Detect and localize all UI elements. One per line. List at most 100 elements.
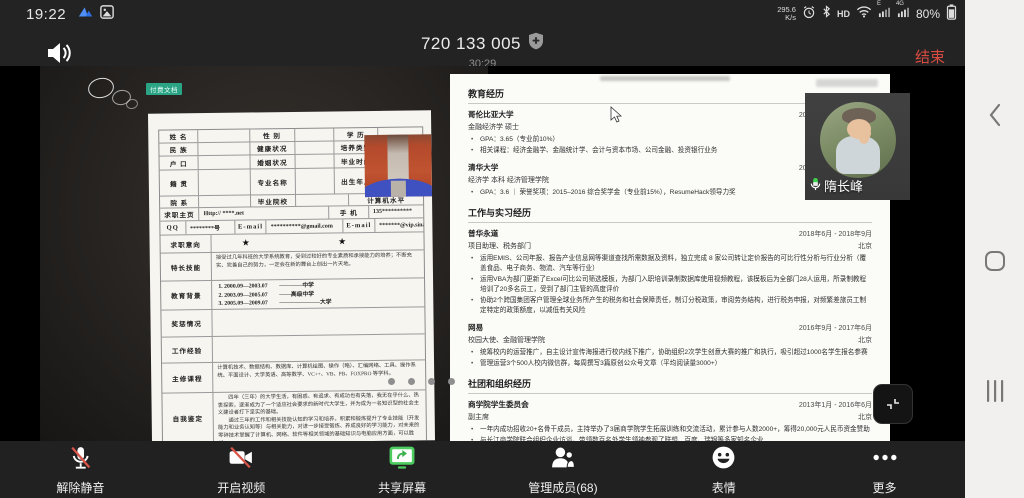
camera-off-icon [227, 444, 255, 476]
page-dot[interactable] [408, 378, 415, 385]
clock-time: 19:22 [26, 6, 66, 23]
cropped-text-fragment [600, 76, 730, 81]
bluetooth-icon [822, 5, 831, 23]
resume-city: 北京 [858, 335, 872, 345]
form-value: Http:// ****.net [200, 207, 330, 221]
toolbar-emoji-button[interactable]: 表情 [643, 441, 804, 498]
id-photo-placeholder [364, 134, 432, 197]
form-value [295, 141, 335, 153]
resume-section: 工作与实习经历普华永道2018年6月 - 2018年9月项目助理、税务部门北京运… [468, 206, 872, 369]
form-label: 特长技能 [161, 253, 213, 281]
form-label: 户 口 [160, 156, 200, 169]
form-row: 工作经验 [162, 334, 425, 363]
meeting-header: 720 133 005 30:29 [0, 32, 965, 70]
shield-plus-icon[interactable] [528, 32, 544, 55]
avatar [820, 102, 896, 178]
form-value [213, 307, 425, 336]
resume-entry: 网易 2016年9月 - 2017年6月校园大使、金融管理学院 北京统筹校内的运营推… [468, 322, 872, 369]
status-bar: 19:22 295.6K/s HD E [0, 0, 965, 28]
form-label: 手 机 [330, 206, 370, 218]
signal-e-icon: E [878, 5, 891, 23]
resume-bullet: 协助2个跨国集团客户管理全球业务所产生的税务和社会保障责任，制订分税政策，审阅劳… [478, 296, 872, 316]
form-value: ********号 [186, 221, 235, 235]
nav-home-button[interactable] [965, 250, 1024, 272]
form-value [296, 168, 336, 193]
resume-org: 哥伦比亚大学 [468, 109, 514, 120]
mic-on-icon [809, 177, 822, 195]
gallery-notification-icon [100, 5, 114, 24]
toolbar-label: 表情 [712, 479, 736, 496]
form-value [199, 195, 250, 207]
photos-app-icon [78, 4, 93, 24]
resume-role: 校园大使、金融管理学院 [468, 335, 545, 345]
resume-entry: 商学院学生委员会2013年1月 - 2016年6月副主席北京一年内成功招收20+… [468, 399, 872, 441]
resume-bullet: 统筹校内的运营推广，自主设计宣传海报进行校内线下推广，协助组织2次学生创意大赛的… [478, 348, 872, 358]
end-meeting-button[interactable]: 结束 [915, 46, 945, 67]
battery-percent: 80% [916, 7, 940, 21]
screen-share-icon [388, 444, 416, 476]
form-label: 求职主页 [160, 208, 200, 220]
emoji-icon [710, 444, 737, 476]
resume-role: 金融经济学 硕士 [468, 122, 519, 132]
resume-city: 北京 [858, 412, 872, 422]
resume-section-title: 工作与实习经历 [468, 206, 872, 223]
wifi-icon [856, 5, 872, 23]
shrink-view-button[interactable] [873, 384, 913, 424]
toolbar-share-screen-button[interactable]: 共享屏幕 [322, 441, 483, 498]
form-row: 奖惩情况 [161, 307, 424, 337]
form-label: 奖惩情况 [161, 310, 213, 337]
network-speed: 295.6K/s [777, 6, 796, 22]
form-value: 接受过几年科班的大学系统教育，受到过较好的专业素质和承接能力的培养；不断充实、完… [212, 250, 424, 280]
resume-section: 社团和组织经历商学院学生委员会2013年1月 - 2016年6月副主席北京一年内… [468, 377, 872, 441]
form-value: ★ ★ [212, 232, 424, 252]
toolbar-label: 解除静音 [56, 479, 104, 496]
form-value [199, 142, 250, 155]
page-dot[interactable] [448, 378, 455, 385]
meeting-app: 19:22 295.6K/s HD E [0, 0, 965, 498]
page-dot[interactable] [428, 378, 435, 385]
form-label: 健康状况 [250, 142, 295, 155]
resume-org: 商学院学生委员会 [468, 399, 529, 410]
resume-role: 副主席 [468, 412, 489, 422]
form-label: E-mail [235, 220, 267, 233]
more-icon [871, 444, 899, 476]
form-value [199, 129, 250, 142]
resume-period: 2013年1月 - 2016年6月 [799, 400, 872, 410]
toolbar-more-button[interactable]: 更多 [804, 441, 965, 498]
toolbar-start-video-button[interactable]: 开启视频 [161, 441, 322, 498]
mic-off-icon [67, 444, 94, 476]
form-label: 民 族 [159, 143, 199, 155]
form-value [199, 169, 251, 195]
page-dot[interactable] [388, 378, 395, 385]
signal-4g-icon: 4G [897, 5, 910, 23]
participant-name: 隋长峰 [824, 176, 863, 195]
participant-tile[interactable]: 隋长峰 [805, 93, 910, 200]
resume-role: 项目助理、税务部门 [468, 241, 531, 251]
resume-org: 清华大学 [468, 162, 498, 173]
form-value [213, 334, 425, 362]
resume-org: 网易 [468, 322, 483, 333]
toolbar-manage-members-button[interactable]: 管理成员(68) [482, 441, 643, 498]
screen-share-view[interactable]: 付费文档 姓 名性 别学 历民 族健康状况培养类别户 口婚姻状况毕业时间籍 贯专… [0, 66, 965, 441]
form-label: 婚姻状况 [250, 155, 295, 169]
mouse-cursor [610, 106, 623, 129]
collapse-icon [883, 394, 903, 414]
resume-period: 2016年9月 - 2017年6月 [799, 323, 872, 333]
form-row: 自我鉴定 四年（三年）的大学生活，有困惑、有追求、有成功也有失落，我无在乎什么、… [162, 390, 426, 441]
page-dots[interactable] [388, 378, 455, 385]
form-label: 籍 贯 [160, 170, 200, 195]
resume-bullet: 运用VBA为部门更新了Excel可比公司筛选模板，为部门入职培训录制数据库使用视… [478, 275, 872, 295]
alarm-icon [802, 5, 816, 24]
toolbar-unmute-button[interactable]: 解除静音 [0, 441, 161, 498]
form-value [296, 194, 349, 206]
form-value: *******@vip.sina.com [375, 218, 423, 232]
nav-recents-button[interactable] [965, 378, 1024, 404]
nav-back-button[interactable] [965, 102, 1024, 128]
resume-role: 经济学 本科 经济管理学院 [468, 175, 549, 185]
form-label: 自我鉴定 [162, 393, 214, 441]
hd-indicator: HD [837, 9, 850, 19]
meeting-id: 720 133 005 [421, 34, 521, 54]
form-row: 主修课程计算机技术、数据结构、数据库、计算机绘图、操作（略）、汇编网络、工具、操… [162, 360, 425, 393]
form-label: 主修课程 [162, 363, 214, 393]
paid-doc-badge: 付费文档 [146, 83, 182, 95]
